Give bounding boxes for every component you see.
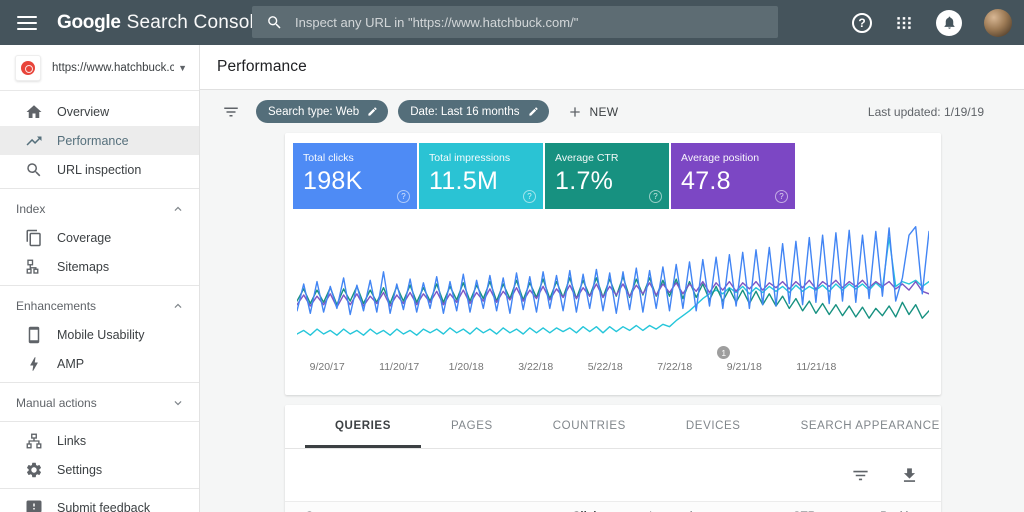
- divider: [0, 188, 199, 189]
- metric-card-average-position[interactable]: Average position 47.8 ?: [671, 143, 795, 209]
- x-axis-tick-label: 5/22/18: [588, 361, 623, 373]
- tab-pages[interactable]: PAGES: [421, 405, 523, 448]
- url-inspect-input[interactable]: [295, 15, 735, 30]
- search-type-chip[interactable]: Search type: Web: [256, 100, 388, 123]
- chevron-up-icon: [171, 202, 185, 216]
- download-icon[interactable]: [900, 466, 919, 485]
- lightning-bolt-icon: [25, 355, 43, 373]
- last-updated-text: Last updated: 1/19/19: [868, 90, 984, 133]
- metric-card-total-clicks[interactable]: Total clicks 198K ?: [293, 143, 417, 209]
- metric-card-total-impressions[interactable]: Total impressions 11.5M ?: [419, 143, 543, 209]
- page-title: Performance: [217, 58, 307, 76]
- pencil-icon: [528, 106, 539, 117]
- property-url: https://www.hatchbuck.com/: [52, 62, 174, 74]
- x-axis-tick-label: 9/20/17: [310, 361, 345, 373]
- topbar-actions: ?: [852, 0, 1012, 45]
- performance-chart-card: Total clicks 198K ? Total impressions 11…: [285, 133, 941, 395]
- site-favicon: [15, 55, 41, 81]
- sidebar-item-sitemaps[interactable]: Sitemaps: [0, 252, 199, 281]
- smartphone-icon: [25, 326, 43, 344]
- gear-icon: [25, 461, 43, 479]
- dimension-tabs: QUERIES PAGES COUNTRIES DEVICES SEARCH A…: [285, 405, 941, 449]
- sidebar-item-overview[interactable]: Overview: [0, 97, 199, 126]
- help-icon[interactable]: ?: [852, 13, 872, 33]
- divider: [0, 382, 199, 383]
- divider: [0, 488, 199, 489]
- table-header-row: Query Clicks Impressions CTR Position: [285, 501, 941, 512]
- search-icon: [266, 14, 283, 31]
- main-area: Performance Search type: Web Date: Last …: [200, 45, 1024, 512]
- sidebar-item-submit-feedback[interactable]: Submit feedback: [0, 493, 199, 512]
- new-filter-button[interactable]: NEW: [567, 104, 619, 120]
- chevron-down-icon: ▼: [178, 63, 187, 73]
- help-icon[interactable]: ?: [397, 190, 410, 203]
- help-icon[interactable]: ?: [523, 190, 536, 203]
- x-axis-labels: 9/20/17 11/20/17 1/20/18 3/22/18 5/22/18 7/22…: [297, 361, 929, 377]
- time-series-chart[interactable]: 1 9/20/17 11/20/17 1/20/18 3/22/18 5/22/18 7/…: [285, 223, 941, 377]
- page-header: Performance: [200, 45, 1024, 90]
- pencil-icon: [367, 106, 378, 117]
- sidebar-nav: Overview Performance URL inspection Inde…: [0, 91, 199, 512]
- annotation-marker[interactable]: 1: [717, 346, 730, 359]
- chart-line-clicks: [297, 227, 929, 315]
- annotation-row: 1: [297, 345, 929, 361]
- tab-devices[interactable]: DEVICES: [656, 405, 771, 448]
- help-icon[interactable]: ?: [775, 190, 788, 203]
- x-axis-tick-label: 11/20/17: [379, 361, 419, 373]
- content-area: Search type: Web Date: Last 16 months NE…: [200, 90, 1024, 512]
- divider: [0, 285, 199, 286]
- section-enhancements[interactable]: Enhancements: [0, 292, 199, 320]
- filter-list-icon[interactable]: [222, 103, 240, 121]
- sidebar: https://www.hatchbuck.com/ ▼ Overview Pe…: [0, 45, 200, 512]
- notifications-button[interactable]: [936, 10, 962, 36]
- logo-google-text: Google: [57, 12, 121, 34]
- tab-search-appearance[interactable]: SEARCH APPEARANCE: [771, 405, 970, 448]
- filter-bar: Search type: Web Date: Last 16 months NE…: [200, 90, 1024, 133]
- section-manual-actions[interactable]: Manual actions: [0, 389, 199, 417]
- user-avatar[interactable]: [984, 9, 1012, 37]
- sidebar-item-coverage[interactable]: Coverage: [0, 223, 199, 252]
- dimensions-table-card: QUERIES PAGES COUNTRIES DEVICES SEARCH A…: [285, 405, 941, 512]
- trending-up-icon: [25, 132, 43, 150]
- magnifier-icon: [25, 161, 43, 179]
- home-icon: [25, 103, 43, 121]
- url-inspect-searchbox[interactable]: [252, 6, 778, 38]
- sidebar-item-performance[interactable]: Performance: [0, 126, 199, 155]
- hamburger-menu-icon[interactable]: [17, 16, 37, 30]
- x-axis-tick-label: 11/21/18: [796, 361, 836, 373]
- x-axis-tick-label: 3/22/18: [518, 361, 553, 373]
- property-selector[interactable]: https://www.hatchbuck.com/ ▼: [0, 45, 199, 91]
- apps-grid-icon[interactable]: [894, 13, 914, 33]
- logo-product-text: Search Console: [127, 12, 265, 34]
- top-app-bar: Google Search Console ?: [0, 0, 1024, 45]
- table-toolbar: [285, 449, 941, 501]
- x-axis-tick-label: 9/21/18: [727, 361, 762, 373]
- chevron-up-icon: [171, 299, 185, 313]
- plus-icon: [567, 104, 583, 120]
- sidebar-item-links[interactable]: Links: [0, 426, 199, 455]
- x-axis-tick-label: 7/22/18: [657, 361, 692, 373]
- chart-lines: [297, 223, 929, 345]
- sidebar-item-settings[interactable]: Settings: [0, 455, 199, 484]
- help-icon[interactable]: ?: [649, 190, 662, 203]
- tab-queries[interactable]: QUERIES: [305, 405, 421, 448]
- links-icon: [25, 432, 43, 450]
- x-axis-tick-label: 1/20/18: [449, 361, 484, 373]
- tab-countries[interactable]: COUNTRIES: [523, 405, 656, 448]
- section-index[interactable]: Index: [0, 195, 199, 223]
- pages-icon: [25, 229, 43, 247]
- filter-list-icon[interactable]: [851, 466, 870, 485]
- sidebar-item-amp[interactable]: AMP: [0, 349, 199, 378]
- metric-cards-row: Total clicks 198K ? Total impressions 11…: [285, 133, 941, 209]
- app-logo: Google Search Console: [57, 12, 265, 34]
- divider: [0, 421, 199, 422]
- sitemap-tree-icon: [25, 258, 43, 276]
- feedback-icon: [25, 499, 43, 512]
- bell-icon: [942, 15, 957, 30]
- chevron-down-icon: [171, 396, 185, 410]
- sidebar-item-mobile-usability[interactable]: Mobile Usability: [0, 320, 199, 349]
- date-range-chip[interactable]: Date: Last 16 months: [398, 100, 548, 123]
- sidebar-item-url-inspection[interactable]: URL inspection: [0, 155, 199, 184]
- metric-card-average-ctr[interactable]: Average CTR 1.7% ?: [545, 143, 669, 209]
